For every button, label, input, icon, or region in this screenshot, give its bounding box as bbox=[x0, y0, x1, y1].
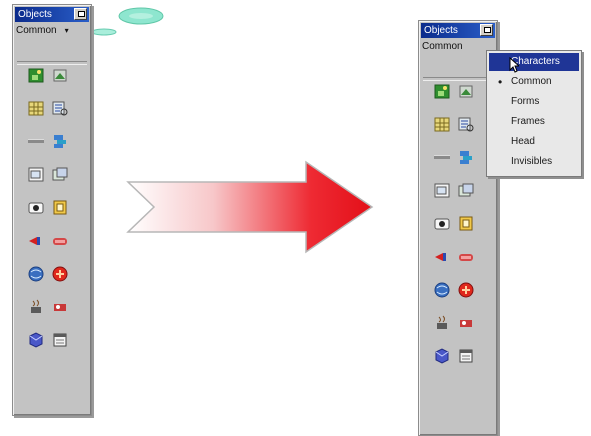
date-icon[interactable] bbox=[51, 331, 69, 348]
menu-item-head[interactable]: Head bbox=[489, 133, 579, 151]
checked-bullet-icon: • bbox=[498, 75, 503, 89]
mouse-pointer-icon bbox=[509, 57, 519, 73]
fireworks-icon[interactable] bbox=[433, 248, 451, 265]
category-dropdown[interactable]: Common bbox=[422, 40, 463, 54]
generator-icon[interactable] bbox=[457, 248, 475, 265]
flash-icon[interactable] bbox=[27, 199, 45, 216]
transition-arrow-icon bbox=[126, 160, 374, 254]
tabular-data-icon[interactable] bbox=[457, 116, 475, 133]
menu-item-forms[interactable]: Forms bbox=[489, 93, 579, 111]
fireworks-icon[interactable] bbox=[27, 232, 45, 249]
menu-item-label: Forms bbox=[511, 96, 540, 107]
menu-item-characters[interactable]: Characters bbox=[489, 53, 579, 71]
image-placeholder-icon[interactable] bbox=[51, 67, 69, 84]
table-icon[interactable] bbox=[27, 100, 45, 117]
menu-item-frames[interactable]: Frames bbox=[489, 113, 579, 131]
palette-title-bar[interactable]: Objects bbox=[15, 7, 89, 22]
layer-icon[interactable] bbox=[433, 182, 451, 199]
palette-divider bbox=[17, 61, 87, 65]
java-applet-icon[interactable] bbox=[27, 298, 45, 315]
rollover-image-icon[interactable] bbox=[51, 166, 69, 183]
navigation-bar-icon[interactable] bbox=[457, 149, 475, 166]
java-applet-icon[interactable] bbox=[433, 314, 451, 331]
image-icon[interactable] bbox=[27, 67, 45, 84]
table-icon[interactable] bbox=[433, 116, 451, 133]
plugin-icon[interactable] bbox=[457, 314, 475, 331]
category-label: Common bbox=[16, 25, 57, 36]
decorative-cloud-shape bbox=[91, 28, 117, 36]
activex-icon[interactable] bbox=[51, 265, 69, 282]
menu-item-label: Frames bbox=[511, 116, 545, 127]
menu-item-label: Invisibles bbox=[511, 156, 553, 167]
decorative-cloud-shape bbox=[118, 7, 164, 25]
tabular-data-icon[interactable] bbox=[51, 100, 69, 117]
image-placeholder-icon[interactable] bbox=[457, 83, 475, 100]
palette-restore-icon[interactable] bbox=[74, 8, 87, 20]
email-link-icon[interactable] bbox=[433, 347, 451, 364]
objects-palette-left: Objects Common ▾ bbox=[12, 4, 92, 416]
image-icon[interactable] bbox=[433, 83, 451, 100]
rollover-image-icon[interactable] bbox=[457, 182, 475, 199]
palette-divider bbox=[423, 77, 493, 81]
server-side-include-icon[interactable] bbox=[27, 265, 45, 282]
menu-item-label: Head bbox=[511, 136, 535, 147]
chevron-down-icon: ▾ bbox=[64, 26, 69, 35]
category-dropdown-menu: Characters • Common Forms Frames Head In… bbox=[486, 50, 582, 177]
palette-title-bar[interactable]: Objects bbox=[421, 23, 495, 38]
palette-restore-icon[interactable] bbox=[480, 24, 493, 36]
date-icon[interactable] bbox=[457, 347, 475, 364]
shockwave-icon[interactable] bbox=[457, 215, 475, 232]
palette-title: Objects bbox=[424, 25, 458, 36]
layer-icon[interactable] bbox=[27, 166, 45, 183]
menu-item-label: Common bbox=[511, 76, 552, 87]
category-label: Common bbox=[422, 41, 463, 52]
category-dropdown[interactable]: Common ▾ bbox=[16, 24, 69, 38]
server-side-include-icon[interactable] bbox=[433, 281, 451, 298]
generator-icon[interactable] bbox=[51, 232, 69, 249]
email-link-icon[interactable] bbox=[27, 331, 45, 348]
horizontal-rule-icon[interactable] bbox=[27, 133, 45, 150]
plugin-icon[interactable] bbox=[51, 298, 69, 315]
horizontal-rule-icon[interactable] bbox=[433, 149, 451, 166]
menu-item-common[interactable]: • Common bbox=[489, 73, 579, 91]
activex-icon[interactable] bbox=[457, 281, 475, 298]
flash-icon[interactable] bbox=[433, 215, 451, 232]
navigation-bar-icon[interactable] bbox=[51, 133, 69, 150]
palette-title: Objects bbox=[18, 9, 52, 20]
shockwave-icon[interactable] bbox=[51, 199, 69, 216]
menu-item-invisibles[interactable]: Invisibles bbox=[489, 153, 579, 171]
